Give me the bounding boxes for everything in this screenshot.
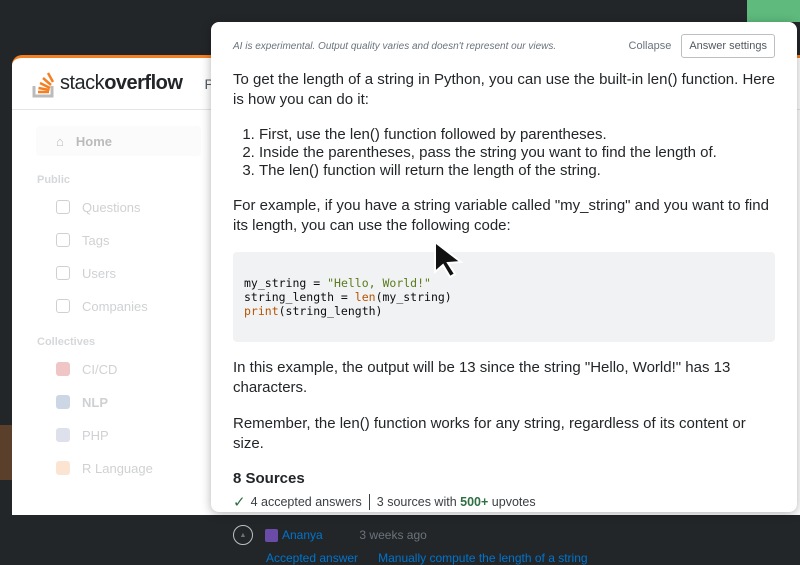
sources-with-text: 3 sources with	[376, 495, 457, 509]
remember-text: Remember, the len() function works for a…	[233, 415, 746, 452]
mouse-cursor-icon	[434, 240, 464, 279]
sources-title: 8 Sources	[233, 470, 305, 487]
r-collective-icon	[56, 461, 70, 475]
sidebar-item-label: R Language	[82, 460, 153, 476]
question-link[interactable]: Manually compute the length of a string	[378, 551, 587, 565]
sidebar-item-label: Users	[82, 265, 116, 281]
divider	[368, 494, 370, 510]
sidebar-item-label: Home	[75, 133, 112, 149]
code-token: string_length =	[244, 290, 355, 304]
example-text: For example, if you have a string variab…	[233, 197, 769, 234]
step-item: The len() function will return the lengt…	[259, 162, 775, 180]
logo-text-light: stack	[60, 72, 105, 94]
checkmark-icon: ✓	[233, 494, 246, 511]
on-text: on	[361, 551, 375, 565]
briefcase-icon	[56, 299, 70, 313]
accepted-count: 4 accepted answers	[250, 495, 362, 509]
sidebar-item-label: NLP	[82, 394, 108, 410]
tag-icon	[56, 233, 70, 247]
users-icon	[56, 266, 70, 280]
step-item: First, use the len() function followed b…	[259, 126, 775, 144]
ai-answer-panel: AI is experimental. Output quality varie…	[211, 22, 797, 565]
code-token: (my_string)	[375, 290, 452, 304]
timestamp: 3 weeks ago	[359, 528, 427, 542]
user-link[interactable]: Ananya	[282, 528, 323, 542]
so-logo[interactable]: stack overflow	[32, 70, 183, 98]
cicd-collective-icon	[56, 362, 70, 376]
user-reputation: 2,190	[326, 528, 357, 542]
sidebar-item-label: PHP	[82, 427, 109, 443]
upvotes-label: upvotes	[491, 495, 536, 509]
sidebar-item-label: Tags	[82, 232, 110, 248]
code-token: my_string =	[244, 276, 328, 290]
source-item: ▲ Ananya 2,190 3 weeks ago	[233, 525, 775, 545]
php-collective-icon	[56, 428, 70, 442]
output-text: In this example, the output will be 13 s…	[233, 359, 731, 396]
logo-text-bold: overflow	[104, 72, 183, 94]
sidebar-item-label: Questions	[82, 199, 141, 215]
nlp-collective-icon	[56, 395, 70, 409]
upvote-button[interactable]: ▲	[233, 525, 253, 545]
background-window-green	[747, 0, 800, 22]
steps-list: First, use the len() function followed b…	[259, 126, 775, 180]
sidebar-item-home[interactable]: ⌂ Home	[36, 126, 201, 156]
code-block[interactable]: my_string = "Hello, World!" string_length…	[233, 252, 775, 342]
sources-summary: ✓ 4 accepted answers 3 sources with 500+…	[233, 493, 775, 511]
avatar[interactable]	[265, 528, 278, 542]
answer-intro: To get the length of a string in Python,…	[233, 71, 775, 108]
sources-section: 8 Sources ✓ 4 accepted answers 3 sources…	[233, 470, 775, 565]
sidebar-item-label: Companies	[82, 298, 148, 314]
questions-icon	[56, 200, 70, 214]
accepted-answer-link[interactable]: Accepted answer	[266, 551, 358, 565]
ai-disclaimer: AI is experimental. Output quality varie…	[233, 40, 557, 52]
upvotes-count: 500+	[460, 495, 489, 509]
code-builtin: len	[354, 290, 376, 304]
source-title-line: Accepted answer on Manually compute the …	[266, 551, 775, 565]
code-builtin: print	[244, 304, 279, 318]
home-icon: ⌂	[56, 133, 64, 149]
code-string: "Hello, World!"	[327, 276, 431, 290]
step-item: Inside the parentheses, pass the string …	[259, 144, 775, 162]
panel-header: AI is experimental. Output quality varie…	[233, 22, 775, 70]
answer-settings-button[interactable]: Answer settings	[681, 34, 775, 58]
sidebar-item-label: CI/CD	[82, 361, 118, 377]
collapse-button[interactable]: Collapse	[629, 40, 672, 52]
code-token: (string_length)	[278, 304, 383, 318]
stackoverflow-logo-icon	[32, 71, 55, 97]
